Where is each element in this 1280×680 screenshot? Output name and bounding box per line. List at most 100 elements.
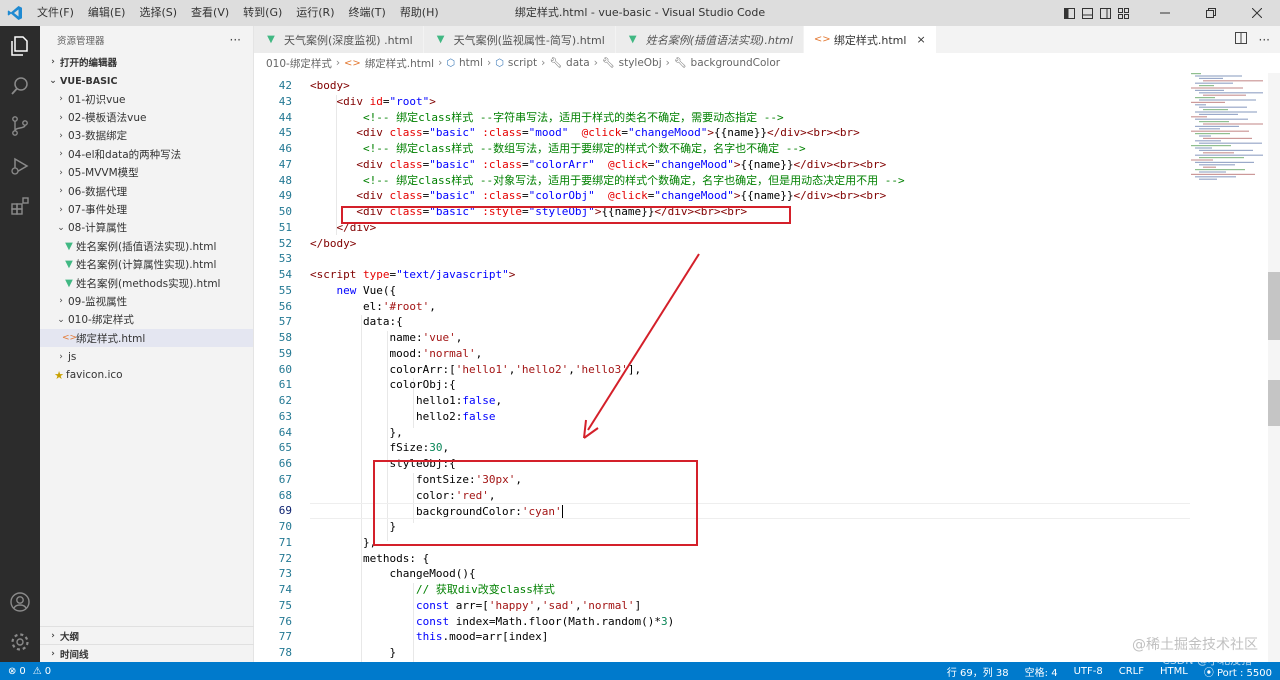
- tree-folder[interactable]: › 04-el和data的两种写法: [40, 145, 253, 163]
- split-editor-icon[interactable]: [1234, 32, 1247, 47]
- toggle-secondary-sidebar-icon[interactable]: [1096, 0, 1114, 26]
- indentation[interactable]: 空格: 4: [1025, 664, 1058, 679]
- encoding[interactable]: UTF-8: [1074, 666, 1103, 677]
- tree-label: 08-计算属性: [68, 222, 128, 235]
- open-editors-section[interactable]: › 打开的编辑器: [40, 53, 253, 71]
- tree-file[interactable]: ▼ 姓名案例(插值语法实现).html: [40, 237, 253, 255]
- code-line: data:{: [310, 315, 403, 329]
- menu-edit[interactable]: 编辑(E): [81, 0, 133, 26]
- toggle-panel-icon[interactable]: [1078, 0, 1096, 26]
- minimap-line: [1199, 171, 1226, 173]
- menu-run[interactable]: 运行(R): [289, 0, 341, 26]
- search-icon[interactable]: [0, 66, 40, 106]
- tree-file[interactable]: ▼ 姓名案例(计算属性实现).html: [40, 256, 253, 274]
- chevron-right-icon: ›: [51, 648, 55, 659]
- code-line: const index=Math.floor(Math.random()*3): [415, 614, 675, 628]
- menu-file[interactable]: 文件(F): [30, 0, 81, 26]
- menu-selection[interactable]: 选择(S): [132, 0, 184, 26]
- tree-folder[interactable]: › 09-监视属性: [40, 292, 253, 310]
- run-debug-icon[interactable]: [0, 146, 40, 186]
- menu-go[interactable]: 转到(G): [236, 0, 289, 26]
- minimap-line: [1199, 106, 1247, 108]
- breadcrumb-file[interactable]: 绑定样式.html: [365, 56, 434, 71]
- tree-label: 姓名案例(methods实现).html: [76, 277, 221, 290]
- minimap-line: [1199, 113, 1238, 115]
- tree-folder[interactable]: › 03-数据绑定: [40, 127, 253, 145]
- project-label: VUE-BASIC: [60, 75, 118, 87]
- tree-file-selected[interactable]: <> 绑定样式.html: [40, 329, 253, 348]
- breadcrumb-styleobj[interactable]: styleObj: [619, 57, 662, 69]
- close-tab-icon[interactable]: ×: [916, 33, 925, 46]
- tree-file[interactable]: ★ favicon.ico: [40, 366, 253, 384]
- chevron-right-icon: ›: [51, 630, 55, 641]
- activity-bar: [0, 26, 40, 662]
- tree-folder[interactable]: › 02-模板语法vue: [40, 108, 253, 126]
- problems-indicator[interactable]: ⊗ 0 ⚠ 0: [0, 666, 51, 677]
- timeline-section[interactable]: › 时间线: [40, 644, 254, 662]
- vertical-scrollbar[interactable]: [1268, 73, 1280, 662]
- more-actions-icon[interactable]: ···: [1259, 33, 1270, 47]
- highlight-box-styleobj: [373, 460, 698, 546]
- minimap-line: [1199, 121, 1229, 123]
- code-line: <div class="basic" :class="mood" @click=…: [356, 126, 860, 140]
- toggle-sidebar-icon[interactable]: [1060, 0, 1078, 26]
- settings-gear-icon[interactable]: [0, 622, 40, 662]
- scrollbar-thumb[interactable]: [1268, 380, 1280, 426]
- scrollbar-thumb[interactable]: [1268, 272, 1280, 340]
- menu-terminal[interactable]: 终端(T): [342, 0, 393, 26]
- minimap-line: [1203, 109, 1228, 111]
- tab-weather-deep[interactable]: ▼ 天气案例(深度监视) .html: [254, 26, 424, 53]
- cursor-position[interactable]: 行 69，列 38: [947, 664, 1009, 679]
- outline-section[interactable]: › 大纲: [40, 626, 254, 644]
- tab-bind-style[interactable]: <> 绑定样式.html ×: [803, 26, 937, 53]
- more-actions-icon[interactable]: ···: [230, 33, 241, 47]
- tree-label: js: [68, 350, 77, 363]
- line-number: 43: [278, 94, 292, 108]
- breadcrumb-folder[interactable]: 010-绑定样式: [266, 56, 332, 71]
- tree-folder[interactable]: › 05-MVVM模型: [40, 164, 253, 182]
- end-of-line[interactable]: CRLF: [1119, 666, 1144, 677]
- minimap-line: [1195, 118, 1248, 120]
- vue-icon: ▼: [628, 34, 637, 45]
- tree-folder-open[interactable]: ⌄ 08-计算属性: [40, 219, 253, 237]
- explorer-sidebar: 资源管理器 ··· › 打开的编辑器 ⌄ VUE-BASIC › 01-初识vue…: [40, 26, 254, 662]
- code-line: <!-- 绑定class样式 --数组写法，适用于要绑定的样式个数不确定，名字也…: [310, 142, 806, 155]
- tree-label: 01-初识vue: [68, 93, 126, 106]
- line-number: 75: [278, 598, 292, 612]
- source-control-icon[interactable]: [0, 106, 40, 146]
- account-icon[interactable]: [0, 582, 40, 622]
- minimap-line: [1191, 173, 1255, 175]
- tree-folder[interactable]: › 01-初识vue: [40, 90, 253, 108]
- explorer-icon[interactable]: [0, 26, 40, 66]
- code-editor[interactable]: 42 43 44 45 46 47 48 49 50 51 52 53 54 55 56 57 58 59 60 61…: [254, 73, 1280, 662]
- tree-folder[interactable]: › 06-数据代理: [40, 182, 253, 200]
- menu-view[interactable]: 查看(V): [184, 0, 236, 26]
- minimap-line: [1195, 75, 1242, 77]
- customize-layout-icon[interactable]: [1114, 0, 1132, 26]
- tree-folder-open[interactable]: ⌄ 010-绑定样式: [40, 311, 253, 329]
- close-window-icon[interactable]: [1234, 0, 1280, 26]
- tab-weather-watch[interactable]: ▼ 天气案例(监视属性-简写).html: [423, 26, 616, 53]
- tab-name-case[interactable]: ▼ 姓名案例(插值语法实现).html: [615, 26, 804, 53]
- menu-help[interactable]: 帮助(H): [393, 0, 446, 26]
- minimize-icon[interactable]: [1142, 0, 1188, 26]
- breadcrumb-html[interactable]: html: [459, 57, 483, 69]
- minimap-line: [1203, 123, 1263, 125]
- line-number: 62: [278, 394, 292, 407]
- tree-folder[interactable]: › js: [40, 347, 253, 365]
- minimap[interactable]: [1187, 73, 1267, 662]
- breadcrumb-data[interactable]: data: [566, 57, 590, 69]
- tree-label: 010-绑定样式: [68, 314, 134, 327]
- project-section[interactable]: ⌄ VUE-BASIC: [40, 72, 253, 90]
- breadcrumb-backgroundcolor[interactable]: backgroundColor: [691, 57, 781, 69]
- tree-folder[interactable]: › 07-事件处理: [40, 200, 253, 218]
- line-number: 60: [278, 362, 292, 376]
- restore-icon[interactable]: [1188, 0, 1234, 26]
- tree-label: 绑定样式.html: [76, 332, 146, 345]
- breadcrumb-script[interactable]: script: [508, 57, 537, 69]
- vue-icon: ▼: [65, 277, 73, 289]
- extensions-icon[interactable]: [0, 186, 40, 226]
- line-number: 67: [278, 472, 292, 486]
- tree-file[interactable]: ▼ 姓名案例(methods实现).html: [40, 274, 253, 292]
- status-bar: ⊗ 0 ⚠ 0 行 69，列 38 空格: 4 UTF-8 CRLF HTML …: [0, 662, 1280, 680]
